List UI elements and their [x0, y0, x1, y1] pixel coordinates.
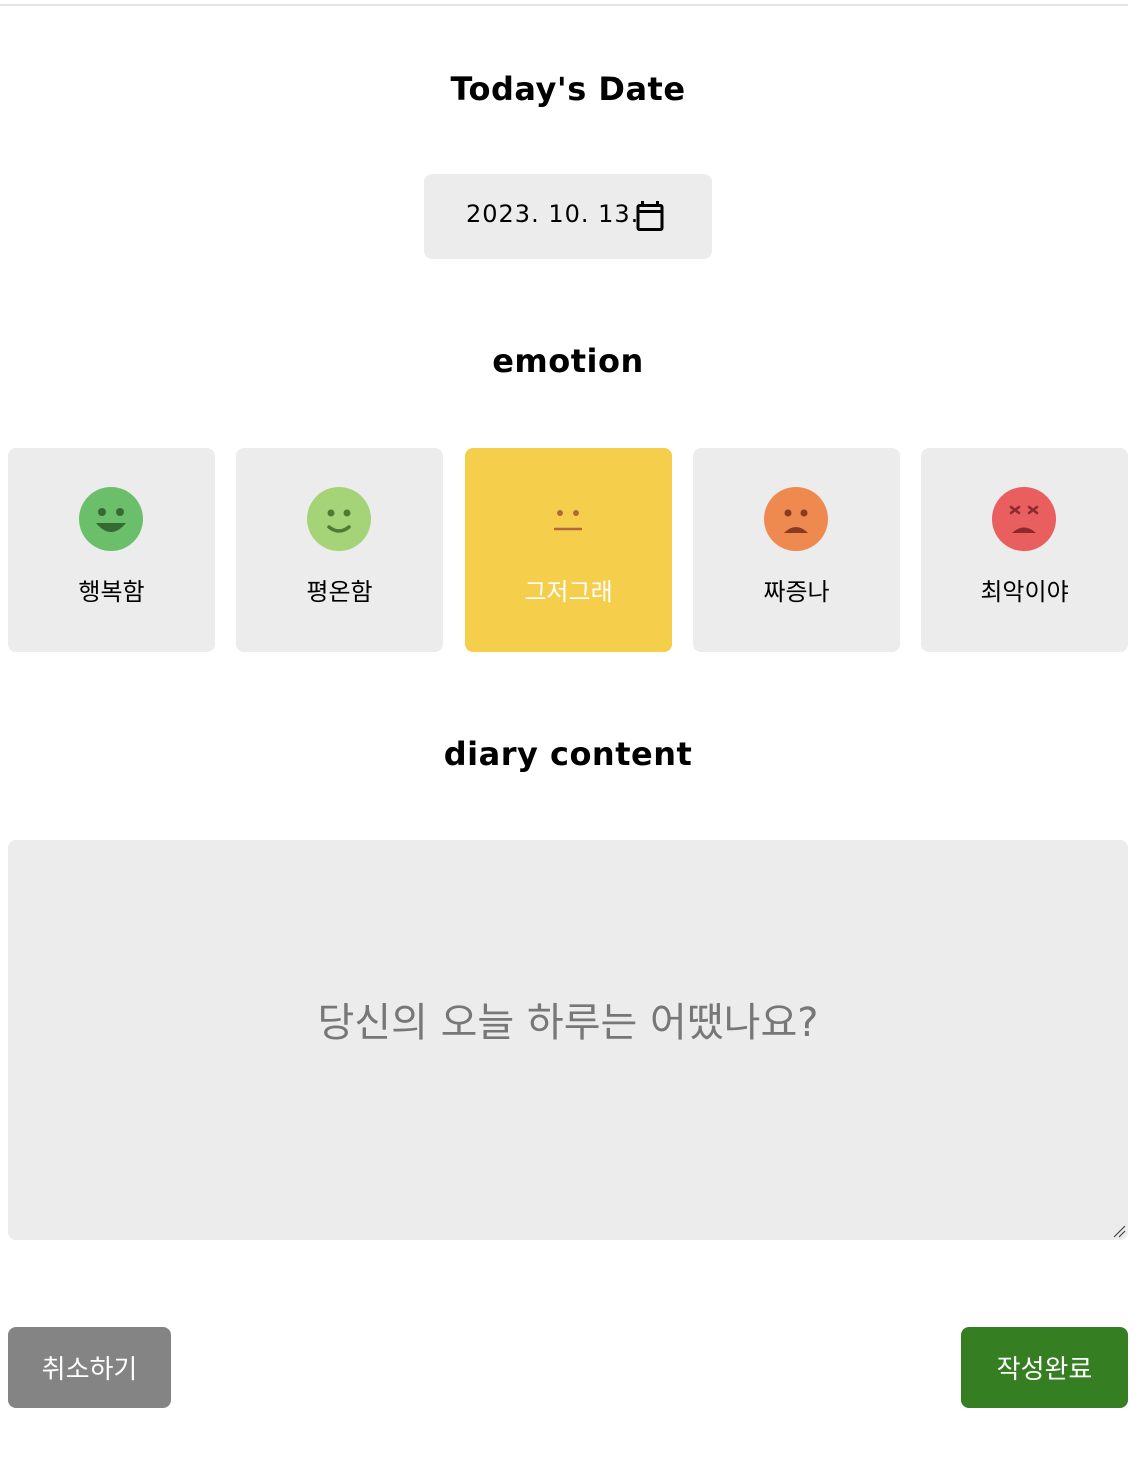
emotion-label: 행복함 [78, 578, 145, 606]
date-value: 2023. 10. 13. [466, 200, 640, 228]
emotion-label: 평온함 [306, 578, 373, 606]
smiling-face-icon [307, 487, 371, 551]
emotion-item-annoyed[interactable]: 짜증나 [693, 448, 900, 652]
date-section-title: Today's Date [450, 70, 686, 108]
calendar-icon[interactable] [632, 198, 668, 234]
date-input[interactable]: 2023. 10. 13. [424, 174, 712, 259]
emotion-item-happy[interactable]: 행복함 [8, 448, 215, 652]
emotion-label: 최악이야 [980, 578, 1069, 606]
cancel-button[interactable]: 취소하기 [8, 1327, 171, 1408]
neutral-face-icon [536, 487, 600, 551]
resize-handle-icon[interactable] [1112, 1224, 1126, 1238]
dizzy-face-icon [992, 487, 1056, 551]
content-section-title: diary content [443, 735, 693, 773]
emotion-item-soso[interactable]: 그저그래 [465, 448, 672, 652]
emotion-section-title: emotion [492, 342, 644, 380]
emotion-item-worst[interactable]: 최악이야 [921, 448, 1128, 652]
top-divider [0, 4, 1128, 6]
laughing-face-icon [79, 487, 143, 551]
emotion-item-calm[interactable]: 평온함 [236, 448, 443, 652]
emotion-label: 짜증나 [763, 578, 830, 606]
diary-content-area [8, 840, 1128, 1240]
frowning-face-icon [764, 487, 828, 551]
diary-content-input[interactable] [8, 840, 1128, 1240]
emotion-list: 행복함 평온함 그저그래 짜증나 최악이야 [8, 448, 1128, 652]
submit-button[interactable]: 작성완료 [961, 1327, 1128, 1408]
emotion-label: 그저그래 [524, 578, 613, 606]
